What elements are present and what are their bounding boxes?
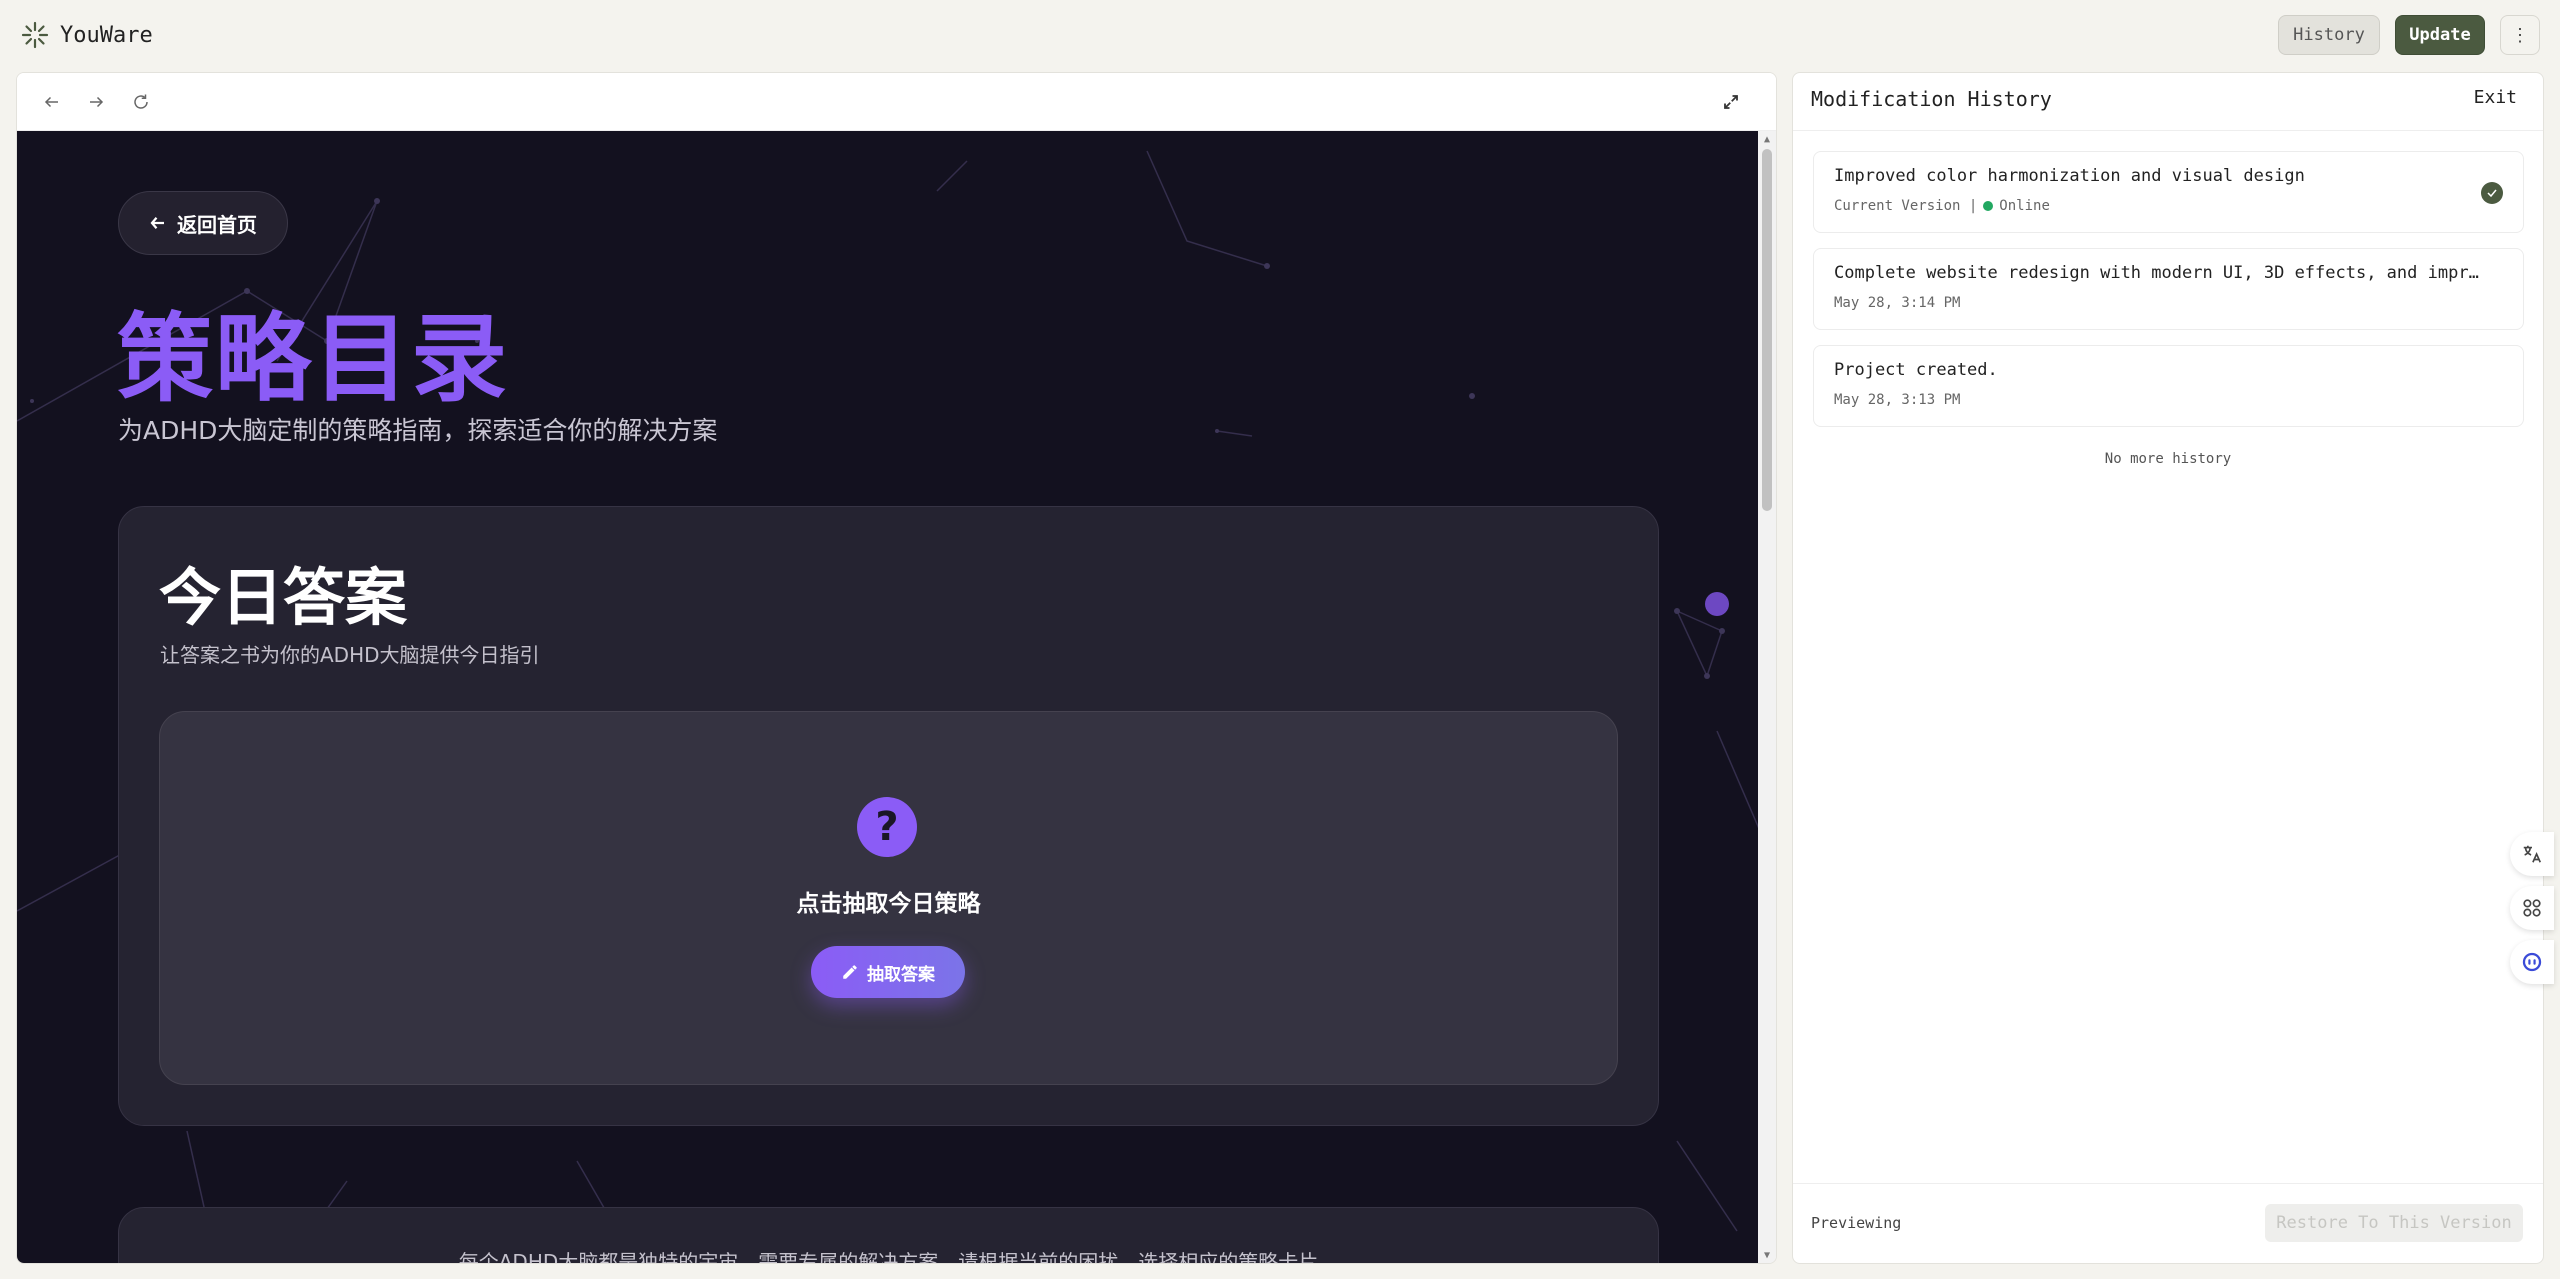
- forward-nav-button[interactable]: [83, 89, 109, 115]
- draw-answer-button[interactable]: 抽取答案: [811, 946, 965, 998]
- preview-panel: 返回首页 策略目录 为ADHD大脑定制的策略指南，探索适合你的解决方案 今日答案…: [16, 72, 1777, 1264]
- app-name: YouWare: [60, 22, 153, 48]
- exit-button[interactable]: Exit: [2474, 87, 2517, 108]
- card-description: 让答案之书为你的ADHD大脑提供今日指引: [160, 643, 540, 667]
- more-icon: ⋮: [2511, 24, 2529, 46]
- history-item-title: Project created.: [1834, 360, 1998, 380]
- question-icon: ?: [857, 797, 917, 857]
- website-preview: 返回首页 策略目录 为ADHD大脑定制的策略指南，探索适合你的解决方案 今日答案…: [17, 131, 1760, 1264]
- grid-icon: [2523, 899, 2541, 917]
- preview-scrollbar[interactable]: ▲ ▼: [1758, 131, 1776, 1263]
- arrow-left-icon: [44, 96, 58, 108]
- history-button[interactable]: History: [2278, 15, 2380, 55]
- history-footer: Previewing Restore To This Version: [1793, 1183, 2543, 1263]
- update-button[interactable]: Update: [2395, 15, 2485, 55]
- card-title: 今日答案: [159, 561, 408, 634]
- history-title: Modification History: [1811, 87, 2052, 111]
- back-home-button[interactable]: 返回首页: [118, 191, 288, 255]
- scroll-down-icon[interactable]: ▼: [1762, 1251, 1772, 1261]
- no-more-history: No more history: [2104, 451, 2232, 467]
- translate-icon: [2523, 845, 2542, 863]
- history-panel: Modification History Exit Improved color…: [1792, 72, 2544, 1264]
- translate-tool-button[interactable]: [2510, 832, 2554, 876]
- draw-area[interactable]: ? 点击抽取今日策略 抽取答案: [159, 711, 1618, 1085]
- history-item-subtitle: Current Version | Online: [1834, 198, 2050, 214]
- reload-icon: [134, 94, 148, 109]
- history-item[interactable]: Project created. May 28, 3:13 PM: [1813, 345, 2524, 427]
- arrow-left-icon: [150, 217, 164, 229]
- online-status: Online: [1999, 198, 2050, 214]
- assistant-tool-button[interactable]: [2510, 940, 2554, 984]
- pencil-icon: [843, 965, 857, 979]
- strategy-intro-card: 每个ADHD大脑都是独特的宇宙，需要专属的解决方案。请根据当前的困扰，选择相应的…: [118, 1207, 1659, 1264]
- previewing-label: Previewing: [1811, 1214, 1902, 1232]
- draw-answer-label: 抽取答案: [867, 964, 935, 985]
- history-item[interactable]: Improved color harmonization and visual …: [1813, 151, 2524, 233]
- youware-logo-icon: [21, 21, 49, 49]
- expand-icon: [1724, 95, 1738, 109]
- history-item-title: Improved color harmonization and visual …: [1834, 166, 2305, 186]
- preview-nav-bar: [17, 73, 1776, 131]
- history-item-subtitle: May 28, 3:13 PM: [1834, 392, 1961, 408]
- page-title: 策略目录: [117, 303, 509, 415]
- arrow-right-icon: [90, 96, 104, 108]
- daily-answer-card: 今日答案 让答案之书为你的ADHD大脑提供今日指引 ? 点击抽取今日策略 抽取答…: [118, 506, 1659, 1126]
- back-nav-button[interactable]: [39, 89, 65, 115]
- scrollbar-thumb[interactable]: [1762, 149, 1772, 511]
- page-subtitle: 为ADHD大脑定制的策略指南，探索适合你的解决方案: [118, 416, 718, 445]
- top-bar: YouWare History Update ⋮: [0, 0, 2560, 70]
- draw-prompt: 点击抽取今日策略: [796, 891, 981, 917]
- back-home-label: 返回首页: [177, 212, 257, 237]
- history-item-title: Complete website redesign with modern UI…: [1834, 263, 2484, 283]
- scroll-up-icon[interactable]: ▲: [1762, 135, 1772, 145]
- apps-tool-button[interactable]: [2510, 886, 2554, 930]
- strategy-intro-text: 每个ADHD大脑都是独特的宇宙，需要专属的解决方案。请根据当前的困扰，选择相应的…: [458, 1250, 1319, 1264]
- reload-button[interactable]: [128, 89, 154, 115]
- more-options-button[interactable]: ⋮: [2500, 15, 2540, 55]
- history-item-subtitle: May 28, 3:14 PM: [1834, 295, 1961, 311]
- fullscreen-button[interactable]: [1718, 89, 1744, 115]
- logo[interactable]: YouWare: [20, 20, 153, 50]
- restore-version-button[interactable]: Restore To This Version: [2265, 1204, 2523, 1242]
- history-item[interactable]: Complete website redesign with modern UI…: [1813, 248, 2524, 330]
- online-status-icon: [1983, 201, 1994, 211]
- check-icon: [2481, 182, 2503, 204]
- history-header: Modification History Exit: [1793, 73, 2543, 131]
- assistant-bot-icon: [2522, 952, 2542, 972]
